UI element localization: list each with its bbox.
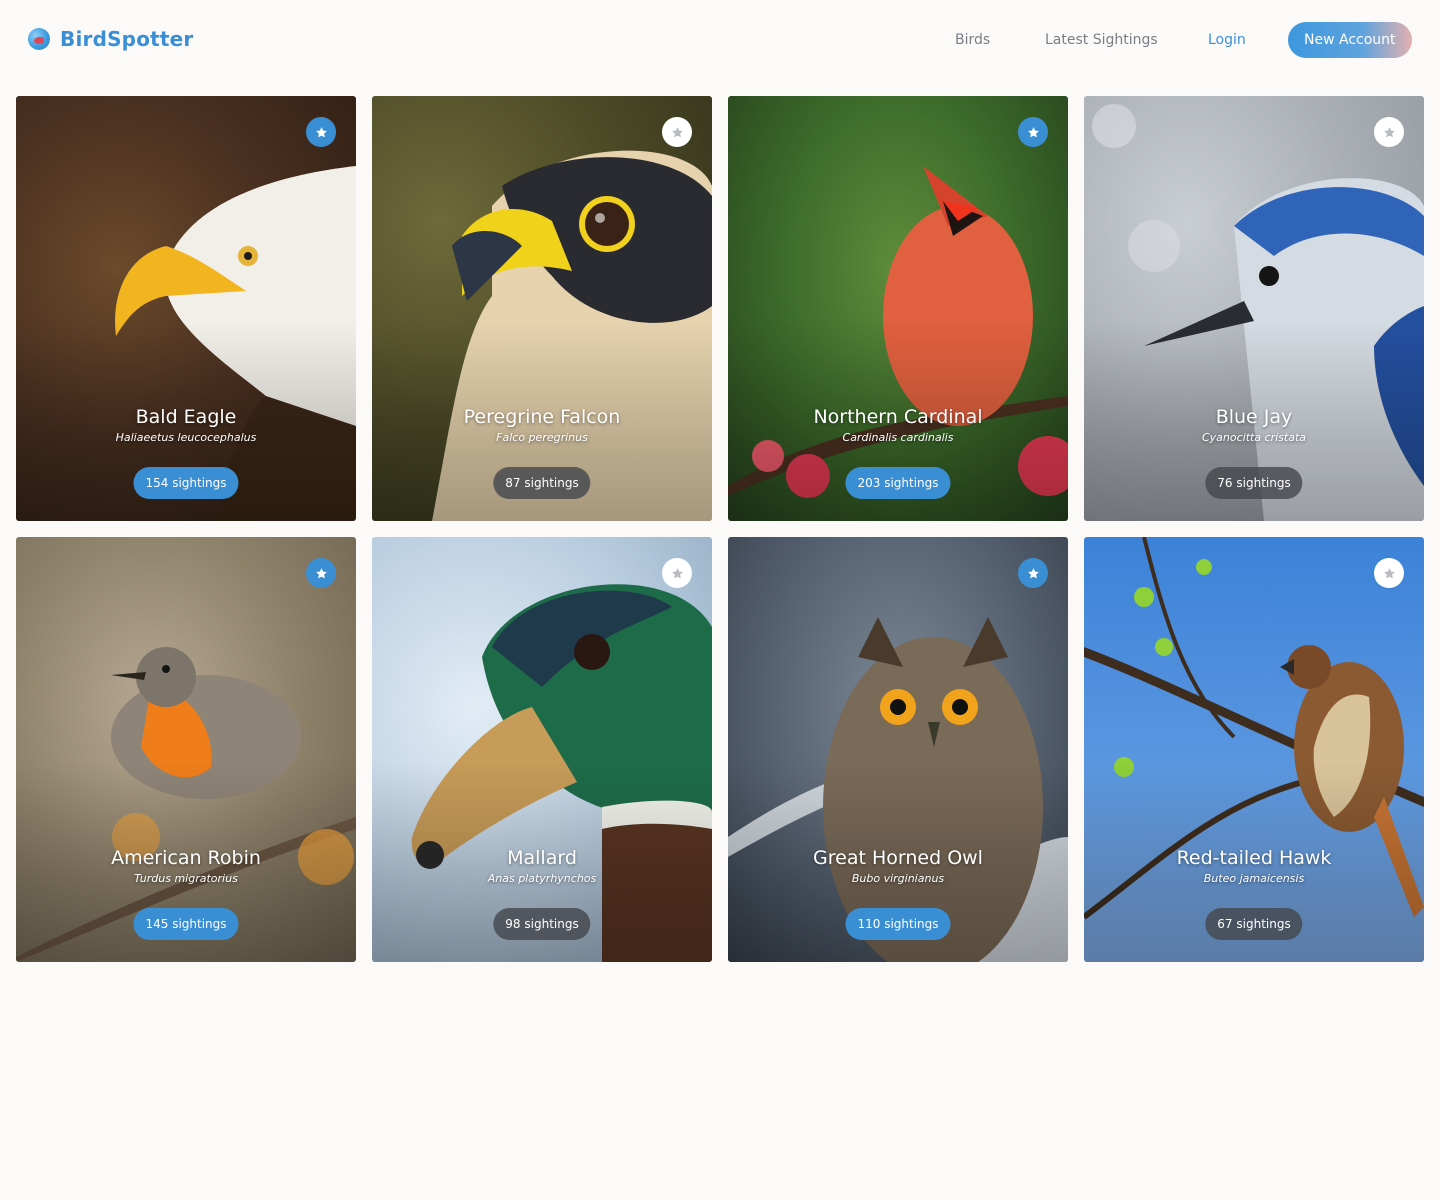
bird-name: Red-tailed Hawk [1176, 847, 1332, 869]
bird-card[interactable]: American Robin Turdus migratorius 145 si… [16, 537, 356, 962]
bird-scientific-name: Falco peregrinus [496, 431, 588, 444]
nav-birds-link[interactable]: Birds [955, 22, 990, 58]
bird-card[interactable]: Mallard Anas platyrhynchos 98 sightings [372, 537, 712, 962]
favorite-star-button[interactable] [306, 117, 336, 147]
sightings-badge[interactable]: 87 sightings [493, 467, 591, 499]
bird-scientific-name: Cyanocitta cristata [1201, 431, 1307, 444]
bird-card[interactable]: Blue Jay Cyanocitta cristata 76 sighting… [1084, 96, 1424, 521]
bird-scientific-name: Cardinalis cardinalis [842, 431, 954, 444]
brand-name: BirdSpotter [60, 27, 194, 51]
favorite-star-button[interactable] [662, 558, 692, 588]
star-icon [1027, 567, 1039, 578]
top-nav-bar: BirdSpotter Birds Latest Sightings Login… [0, 0, 1440, 80]
bird-scientific-name: Anas platyrhynchos [487, 872, 597, 885]
star-icon [1383, 567, 1395, 578]
bird-name: Bald Eagle [135, 406, 237, 428]
favorite-star-button[interactable] [1374, 558, 1404, 588]
bird-card-grid: Bald Eagle Haliaeetus leucocephalus 154 … [16, 96, 1424, 962]
login-link[interactable]: Login [1208, 22, 1246, 58]
bird-card[interactable]: Great Horned Owl Bubo virginianus 110 si… [728, 537, 1068, 962]
favorite-star-button[interactable] [1018, 558, 1048, 588]
bird-name: Great Horned Owl [813, 847, 983, 869]
brand-link[interactable]: BirdSpotter [28, 27, 194, 51]
favorite-star-button[interactable] [662, 117, 692, 147]
star-icon [1383, 126, 1395, 137]
star-icon [315, 126, 327, 137]
bird-card[interactable]: Peregrine Falcon Falco peregrinus 87 sig… [372, 96, 712, 521]
star-icon [671, 567, 683, 578]
sightings-badge[interactable]: 76 sightings [1205, 467, 1303, 499]
star-icon [1027, 126, 1039, 137]
bird-card[interactable]: Bald Eagle Haliaeetus leucocephalus 154 … [16, 96, 356, 521]
favorite-star-button[interactable] [1018, 117, 1048, 147]
star-icon [315, 567, 327, 578]
nav-latest-sightings-link[interactable]: Latest Sightings [1045, 22, 1158, 58]
sightings-badge[interactable]: 110 sightings [845, 908, 951, 940]
sightings-badge[interactable]: 203 sightings [845, 467, 951, 499]
bird-card[interactable]: Northern Cardinal Cardinalis cardinalis … [728, 96, 1068, 521]
bird-name: Mallard [507, 847, 577, 869]
sightings-badge[interactable]: 98 sightings [493, 908, 591, 940]
bird-name: Blue Jay [1215, 406, 1293, 428]
favorite-star-button[interactable] [306, 558, 336, 588]
bird-name: Northern Cardinal [813, 406, 983, 428]
bird-card[interactable]: Red-tailed Hawk Buteo jamaicensis 67 sig… [1084, 537, 1424, 962]
bird-scientific-name: Buteo jamaicensis [1203, 872, 1305, 885]
bird-scientific-name: Turdus migratorius [134, 872, 238, 885]
sightings-badge[interactable]: 67 sightings [1205, 908, 1303, 940]
bird-logo-icon [28, 28, 50, 50]
bird-name: Peregrine Falcon [463, 406, 621, 428]
star-icon [671, 126, 683, 137]
sightings-badge[interactable]: 154 sightings [133, 467, 239, 499]
bird-scientific-name: Bubo virginianus [851, 872, 945, 885]
new-account-button[interactable]: New Account [1288, 22, 1412, 58]
favorite-star-button[interactable] [1374, 117, 1404, 147]
bird-scientific-name: Haliaeetus leucocephalus [115, 431, 257, 444]
sightings-badge[interactable]: 145 sightings [133, 908, 239, 940]
bird-name: American Robin [111, 847, 261, 869]
